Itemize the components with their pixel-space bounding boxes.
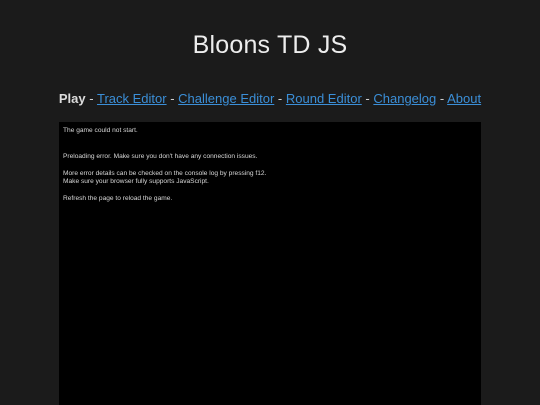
main-nav: Play - Track Editor - Challenge Editor -… [0, 91, 540, 106]
nav-link-track-editor[interactable]: Track Editor [97, 91, 167, 106]
nav-separator: - [365, 91, 370, 106]
game-canvas[interactable] [59, 122, 481, 405]
nav-link-about[interactable]: About [447, 91, 481, 106]
page-title: Bloons TD JS [192, 31, 348, 59]
nav-separator: - [89, 91, 94, 106]
nav-separator: - [170, 91, 175, 106]
error-message-preload: Preloading error. Make sure you don't ha… [63, 153, 258, 160]
nav-separator: - [277, 91, 283, 106]
page: Bloons TD JS Play - Track Editor - Chall… [0, 0, 540, 405]
nav-link-challenge-editor[interactable]: Challenge Editor [178, 91, 274, 106]
nav-link-round-editor[interactable]: Round Editor [286, 91, 362, 106]
error-message-browser: Make sure your browser fully supports Ja… [63, 178, 209, 185]
error-message-refresh: Refresh the page to reload the game. [63, 195, 173, 202]
nav-link-changelog[interactable]: Changelog [373, 91, 436, 106]
error-message-start: The game could not start. [63, 127, 138, 134]
nav-separator: - [439, 91, 445, 106]
nav-current-play: Play [58, 91, 86, 106]
